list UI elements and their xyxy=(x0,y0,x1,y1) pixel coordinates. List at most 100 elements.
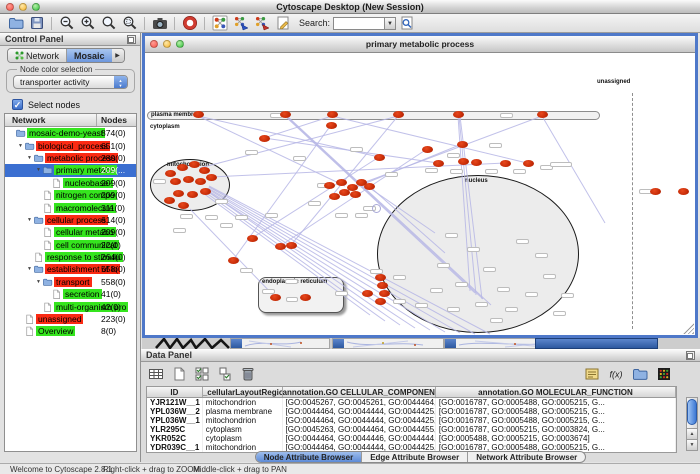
network-node[interactable] xyxy=(339,189,350,196)
network-node[interactable] xyxy=(500,160,511,167)
network-node[interactable] xyxy=(453,111,464,118)
background-window[interactable] xyxy=(332,338,444,349)
annotation-icon[interactable] xyxy=(272,14,293,32)
tree-column-network[interactable]: Network xyxy=(5,114,97,126)
table-scrollbar[interactable]: ▲ ▼ xyxy=(686,397,698,451)
tree-row-cellular-process[interactable]: ▼cellular process614(0) xyxy=(5,214,136,226)
tree-row-macromolecule[interactable]: macromolecule311(0) xyxy=(5,201,136,213)
table-row[interactable]: YPL036W__2plasma membrane[GO:0044464, GO… xyxy=(147,407,676,416)
column-header-2[interactable]: _cellularLayoutRegion xyxy=(203,387,283,397)
attribute-notes-icon[interactable] xyxy=(581,365,602,383)
tree-row-overview[interactable]: Overview8(0) xyxy=(5,325,136,337)
snapshot-icon[interactable] xyxy=(149,14,170,32)
network-node[interactable] xyxy=(247,235,258,242)
network-import-2-icon[interactable] xyxy=(251,14,272,32)
attribute-table-icon[interactable] xyxy=(145,365,166,383)
network-node[interactable] xyxy=(199,167,210,174)
tree-row-biological-process[interactable]: ▼biological_process651(0) xyxy=(5,139,136,151)
network-node[interactable] xyxy=(327,111,338,118)
network-node[interactable] xyxy=(280,111,291,118)
network-node[interactable] xyxy=(471,159,482,166)
table-row[interactable]: YPL036W__1mitochondrion[GO:0044464, GO:0… xyxy=(147,416,676,425)
tree-row-multi-organism-pro[interactable]: multi-organism pro42(0) xyxy=(5,300,136,312)
expand-arrow-icon[interactable]: ▼ xyxy=(35,167,42,173)
tab-overflow-button[interactable]: ▶ xyxy=(112,49,124,62)
tab-edge-attribute-browser[interactable]: Edge Attribute Browser xyxy=(362,452,468,462)
network-node[interactable] xyxy=(350,191,361,198)
network-node[interactable] xyxy=(364,183,375,190)
zoom-fit-icon[interactable] xyxy=(98,14,119,32)
tree-row-transport[interactable]: ▼transport558(0) xyxy=(5,276,136,288)
attribute-matrix-icon[interactable] xyxy=(653,365,674,383)
network-node[interactable] xyxy=(362,290,373,297)
column-header-4[interactable]: annotation.GO MOLECULAR_FUNCTION xyxy=(436,387,676,397)
network-canvas[interactable]: plasma membrane cytoplasm mitochondrion … xyxy=(145,53,695,335)
network-node[interactable] xyxy=(178,202,189,209)
expand-arrow-icon[interactable]: ▼ xyxy=(26,266,33,272)
network-node[interactable] xyxy=(458,158,469,165)
network-node[interactable] xyxy=(678,188,689,195)
network-node[interactable] xyxy=(164,197,175,204)
network-node[interactable] xyxy=(200,188,211,195)
network-node[interactable] xyxy=(326,122,337,129)
network-node[interactable] xyxy=(375,274,386,281)
table-row[interactable]: YLR295Ccytoplasm[GO:0045263, GO:0044464,… xyxy=(147,425,676,434)
network-node[interactable] xyxy=(189,161,200,168)
network-node[interactable] xyxy=(228,257,239,264)
network-import-1-icon[interactable] xyxy=(230,14,251,32)
scrollbar-thumb[interactable] xyxy=(687,399,697,425)
expand-arrow-icon[interactable]: ▼ xyxy=(26,217,33,223)
network-node[interactable] xyxy=(537,111,548,118)
tab-network[interactable]: Network xyxy=(8,49,67,62)
network-node[interactable] xyxy=(183,176,194,183)
network-node[interactable] xyxy=(275,243,286,250)
network-node[interactable] xyxy=(259,135,270,142)
zoom-out-icon[interactable] xyxy=(56,14,77,32)
network-node[interactable] xyxy=(270,294,281,301)
tab-network-attribute-browser[interactable]: Network Attribute Browser xyxy=(468,452,585,462)
help-icon[interactable] xyxy=(179,14,200,32)
network-node[interactable] xyxy=(374,154,385,161)
tree-row-mosaic-demo-yeast[interactable]: mosaic-demo-yeast874(0) xyxy=(5,127,136,139)
open-file-icon[interactable] xyxy=(5,14,26,32)
network-node[interactable] xyxy=(324,182,335,189)
network-node[interactable] xyxy=(523,160,534,167)
network-node[interactable] xyxy=(193,111,204,118)
tree-row-response-to-stimulu[interactable]: response to stimulu264(0) xyxy=(5,251,136,263)
network-node[interactable] xyxy=(177,164,188,171)
save-icon[interactable] xyxy=(26,14,47,32)
network-node[interactable] xyxy=(300,294,311,301)
network-node[interactable] xyxy=(336,179,347,186)
tree-row-metabolic-process[interactable]: ▼metabolic process280(0) xyxy=(5,152,136,164)
unselect-attributes-icon[interactable] xyxy=(214,365,235,383)
network-node[interactable] xyxy=(375,298,386,305)
tree-row-primary-metabo[interactable]: ▼primary metabo209(... xyxy=(5,164,136,176)
expand-arrow-icon[interactable]: ▼ xyxy=(26,155,33,161)
network-node[interactable] xyxy=(650,188,661,195)
column-header-1[interactable]: ID xyxy=(147,387,203,397)
network-node[interactable] xyxy=(379,290,390,297)
column-header-3[interactable]: annotation.GO CELLULAR_COMPONENT xyxy=(283,387,436,397)
network-node[interactable] xyxy=(457,141,468,148)
network-node[interactable] xyxy=(165,170,176,177)
tab-mosaic[interactable]: Mosaic xyxy=(67,49,112,62)
search-mode-icon[interactable] xyxy=(396,14,417,32)
network-node[interactable] xyxy=(206,174,217,181)
network-node[interactable] xyxy=(422,146,433,153)
search-dropdown-icon[interactable]: ▼ xyxy=(385,17,396,30)
background-window[interactable] xyxy=(230,338,330,349)
table-row[interactable]: YJR121W__1mitochondrion[GO:0045267, GO:0… xyxy=(147,398,676,407)
background-window-titlebar[interactable] xyxy=(535,338,658,349)
tree-row-nucleobase-[interactable]: nucleobase-209(0) xyxy=(5,177,136,189)
float-panel-icon[interactable] xyxy=(686,351,695,360)
tree-column-nodes[interactable]: Nodes xyxy=(97,114,127,126)
tree-row-establishment-of-lo[interactable]: ▼establishment of lo558(0) xyxy=(5,263,136,275)
tab-node-attribute-browser[interactable]: Node Attribute Browser xyxy=(256,452,363,462)
table-row[interactable]: YKR052Ccytoplasm[GO:0044464, GO:0044446,… xyxy=(147,434,676,443)
expand-arrow-icon[interactable]: ▼ xyxy=(17,143,24,149)
tree-row-cellular-metabo[interactable]: cellular metabo209(0) xyxy=(5,226,136,238)
zoom-in-icon[interactable] xyxy=(77,14,98,32)
select-attributes-icon[interactable] xyxy=(191,365,212,383)
network-node[interactable] xyxy=(329,193,340,200)
tree-row-cell-communicat[interactable]: cell communicat22(0) xyxy=(5,239,136,251)
